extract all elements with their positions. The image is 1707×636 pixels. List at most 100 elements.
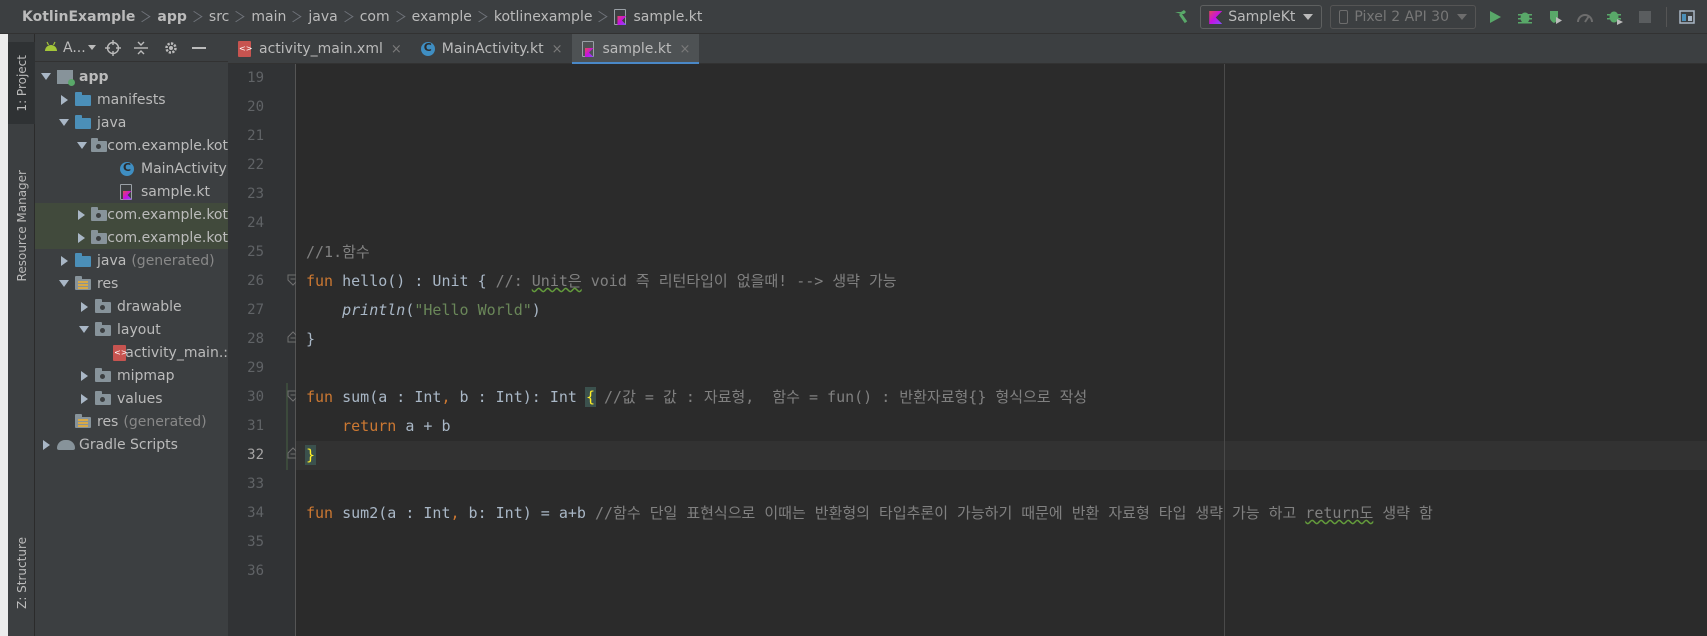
- code-line-34[interactable]: fun sum2(a : Int, b: Int) = a+b //함수 단일 …: [296, 499, 1707, 528]
- code-line-32-current[interactable]: }: [296, 441, 1707, 470]
- run-config-label: SampleKt: [1228, 9, 1296, 25]
- locate-icon[interactable]: [102, 37, 124, 59]
- tab-activity-main-xml[interactable]: activity_main.xml ×: [228, 34, 411, 64]
- expand-arrow-icon[interactable]: [39, 70, 53, 84]
- breadcrumb-main[interactable]: main: [251, 9, 286, 25]
- expand-arrow-icon[interactable]: [77, 369, 91, 383]
- tree-item-mainactivity[interactable]: MainActivity: [35, 157, 228, 180]
- device-combo[interactable]: Pixel 2 API 30: [1330, 5, 1476, 29]
- expand-arrow-icon[interactable]: [77, 300, 91, 314]
- tool-tab-resource-manager[interactable]: Resource Manager: [8, 146, 35, 306]
- code-line-25[interactable]: //1.함수: [296, 238, 1707, 267]
- matched-brace: {: [584, 387, 597, 407]
- breadcrumb-com[interactable]: com: [360, 9, 390, 25]
- kotlin-class-icon: [119, 161, 137, 177]
- package-icon: [90, 206, 107, 223]
- hide-panel-icon[interactable]: [188, 37, 210, 59]
- line-number: 35: [247, 534, 264, 550]
- breadcrumb-separator-icon: [193, 9, 203, 25]
- breadcrumb-app[interactable]: app: [157, 9, 187, 25]
- expand-arrow-icon[interactable]: [57, 277, 71, 291]
- comment-text: //1.함수: [306, 243, 370, 261]
- tool-tab-project[interactable]: 1: Project: [8, 42, 35, 124]
- tool-tab-structure[interactable]: Z: Structure: [8, 510, 35, 636]
- resource-folder-icon: [75, 413, 93, 430]
- resource-folder-icon: [75, 275, 93, 292]
- breadcrumb-java[interactable]: java: [308, 9, 337, 25]
- breadcrumb-file[interactable]: sample.kt: [633, 9, 702, 25]
- breadcrumb-src[interactable]: src: [209, 9, 229, 25]
- tree-item-res-generated[interactable]: res (generated): [35, 410, 228, 433]
- breadcrumb-example[interactable]: example: [412, 9, 472, 25]
- folder-icon: [75, 91, 93, 108]
- code-line-27[interactable]: println("Hello World"): [296, 296, 1707, 325]
- line-number-current: 32: [247, 447, 264, 463]
- expand-arrow-icon[interactable]: [77, 139, 87, 153]
- tree-item-res[interactable]: res: [35, 272, 228, 295]
- tree-item-layout[interactable]: layout: [35, 318, 228, 341]
- tree-item-sample-kt[interactable]: sample.kt: [35, 180, 228, 203]
- tree-item-package-test[interactable]: com.example.kot: [35, 203, 228, 226]
- tree-item-label: activity_main.:: [125, 344, 228, 361]
- matched-brace: }: [304, 445, 317, 465]
- tree-item-java-generated[interactable]: java (generated): [35, 249, 228, 272]
- project-tree: app manifests java com.example.kot MainA…: [35, 65, 228, 456]
- code-line-31[interactable]: return a + b: [296, 412, 1707, 441]
- expand-arrow-icon[interactable]: [57, 116, 71, 130]
- expand-arrow-icon[interactable]: [39, 438, 53, 452]
- profile-icon[interactable]: [1572, 4, 1598, 30]
- code-line-30[interactable]: fun sum(a : Int, b : Int): Int { //값 = 값…: [296, 383, 1707, 412]
- tree-item-app[interactable]: app: [35, 65, 228, 88]
- tree-item-label: Gradle Scripts: [79, 436, 178, 453]
- tree-item-gradle-scripts[interactable]: Gradle Scripts: [35, 433, 228, 456]
- tree-item-java[interactable]: java: [35, 111, 228, 134]
- gear-icon[interactable]: [160, 37, 182, 59]
- expand-arrow-icon[interactable]: [77, 208, 87, 222]
- attach-debugger-icon[interactable]: [1602, 4, 1628, 30]
- tab-mainactivity-kt[interactable]: MainActivity.kt ×: [411, 34, 572, 64]
- stop-icon[interactable]: [1632, 4, 1658, 30]
- chevron-down-icon: [1457, 14, 1467, 20]
- code-line-28[interactable]: }: [296, 325, 1707, 354]
- breadcrumb-kotlinexample[interactable]: kotlinexample: [494, 9, 593, 25]
- line-number: 33: [247, 476, 264, 492]
- collapse-all-icon[interactable]: [130, 37, 152, 59]
- breadcrumb-separator-icon: [344, 9, 354, 25]
- tree-item-mipmap[interactable]: mipmap: [35, 364, 228, 387]
- tree-item-label: res: [97, 413, 119, 430]
- code-line-26[interactable]: fun hello() : Unit { //: Unit은 void 즉 리턴…: [296, 267, 1707, 296]
- run-icon[interactable]: [1482, 4, 1508, 30]
- expand-arrow-icon[interactable]: [77, 392, 91, 406]
- breadcrumb-project[interactable]: KotlinExample: [22, 9, 135, 25]
- run-toolbar: SampleKt Pixel 2 API 30: [1166, 0, 1707, 34]
- tree-item-package[interactable]: com.example.kot: [35, 134, 228, 157]
- tree-item-manifests[interactable]: manifests: [35, 88, 228, 111]
- run-config-combo[interactable]: SampleKt: [1200, 5, 1323, 29]
- comment-text: //값 = 값 : 자료형, 함수 = fun() : 반환자료형{} 형식으로…: [595, 388, 1088, 406]
- tab-sample-kt[interactable]: sample.kt ×: [571, 34, 700, 65]
- project-structure-icon[interactable]: [1675, 4, 1701, 30]
- line-number: 19: [247, 70, 264, 86]
- expand-arrow-icon[interactable]: [57, 93, 71, 107]
- tree-item-activity-main-xml[interactable]: activity_main.:: [35, 341, 228, 364]
- tree-item-values[interactable]: values: [35, 387, 228, 410]
- expand-arrow-icon[interactable]: [77, 231, 87, 245]
- close-icon[interactable]: ×: [391, 42, 402, 57]
- close-icon[interactable]: ×: [679, 42, 690, 57]
- window-edge: [0, 34, 8, 636]
- debug-icon[interactable]: [1512, 4, 1538, 30]
- android-icon: [43, 40, 59, 56]
- project-view-selector[interactable]: A...: [63, 40, 96, 56]
- expand-arrow-icon[interactable]: [77, 323, 91, 337]
- tree-item-package-androidtest[interactable]: com.example.kot: [35, 226, 228, 249]
- code-editor[interactable]: //1.함수 fun hello() : Unit { //: Unit은 vo…: [296, 64, 1707, 636]
- line-number: 21: [247, 128, 264, 144]
- tree-item-drawable[interactable]: drawable: [35, 295, 228, 318]
- folder-icon: [95, 367, 113, 384]
- coverage-icon[interactable]: [1542, 4, 1568, 30]
- hammer-icon[interactable]: [1168, 4, 1194, 30]
- expand-arrow-icon[interactable]: [57, 254, 71, 268]
- close-icon[interactable]: ×: [552, 42, 563, 57]
- line-number: 22: [247, 157, 264, 173]
- right-margin-guide: [1224, 64, 1225, 636]
